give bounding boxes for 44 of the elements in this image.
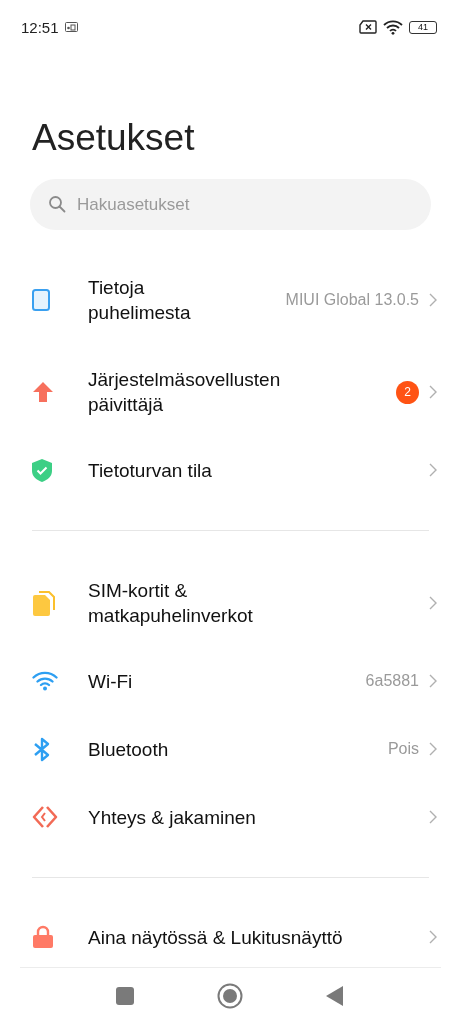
chevron-icon — [429, 742, 437, 756]
wifi-icon — [32, 671, 58, 691]
shield-check-icon — [32, 458, 52, 482]
search-field[interactable]: Hakuasetukset — [30, 179, 431, 230]
chevron-icon — [429, 385, 437, 399]
chevron-icon — [429, 810, 437, 824]
item-label: Bluetooth — [88, 737, 170, 762]
item-label: SIM-kortit & matkapuhelinverkot — [88, 579, 254, 628]
battery-indicator: 41 — [409, 20, 437, 34]
item-label: Tietoja puhelimesta — [88, 276, 192, 325]
settings-item[interactable]: Bluetooth Pois — [0, 715, 461, 783]
home-icon[interactable] — [217, 983, 243, 1009]
settings-item[interactable]: Tietoja puhelimesta MIUI Global 13.0.5 — [0, 256, 461, 344]
chevron-icon — [429, 930, 437, 944]
chevron-icon — [429, 596, 437, 610]
bluetooth-icon — [32, 736, 52, 762]
status-time: 12:51 — [21, 18, 59, 36]
lock-icon — [32, 925, 54, 949]
settings-item[interactable]: Järjestelmäsovellusten päivittäjä 2 — [0, 348, 461, 436]
wifi-icon — [383, 19, 403, 35]
phone-icon — [32, 289, 50, 311]
item-label: Tietoturvan tila — [88, 458, 213, 483]
item-label: Yhteys & jakaminen — [88, 805, 257, 830]
item-label: Wi-Fi — [88, 669, 134, 694]
settings-item[interactable]: Tietoturvan tila — [0, 436, 461, 504]
item-value: 6a5881 — [365, 672, 419, 690]
back-icon[interactable] — [326, 986, 344, 1006]
settings-item[interactable]: SIM-kortit & matkapuhelinverkot — [0, 559, 461, 647]
page-title: Asetukset — [32, 116, 196, 160]
arrow-up-icon — [32, 381, 54, 403]
sim-card-icon — [359, 20, 377, 34]
item-value: Pois — [387, 740, 419, 758]
chevron-icon — [429, 674, 437, 688]
item-label: Järjestelmäsovellusten päivittäjä — [88, 368, 282, 417]
chevron-icon — [429, 463, 437, 477]
sim-card-icon — [32, 590, 55, 616]
connection-icon — [32, 805, 58, 829]
notification-badge: 2 — [396, 380, 419, 404]
settings-item[interactable]: Aina näytössä & Lukitusnäyttö — [0, 906, 461, 968]
item-label: Aina näytössä & Lukitusnäyttö — [88, 925, 344, 950]
item-value: MIUI Global 13.0.5 — [285, 291, 419, 309]
settings-item[interactable]: Wi-Fi 6a5881 — [0, 647, 461, 715]
chevron-icon — [429, 293, 437, 307]
settings-item[interactable]: Yhteys & jakaminen — [0, 783, 461, 851]
